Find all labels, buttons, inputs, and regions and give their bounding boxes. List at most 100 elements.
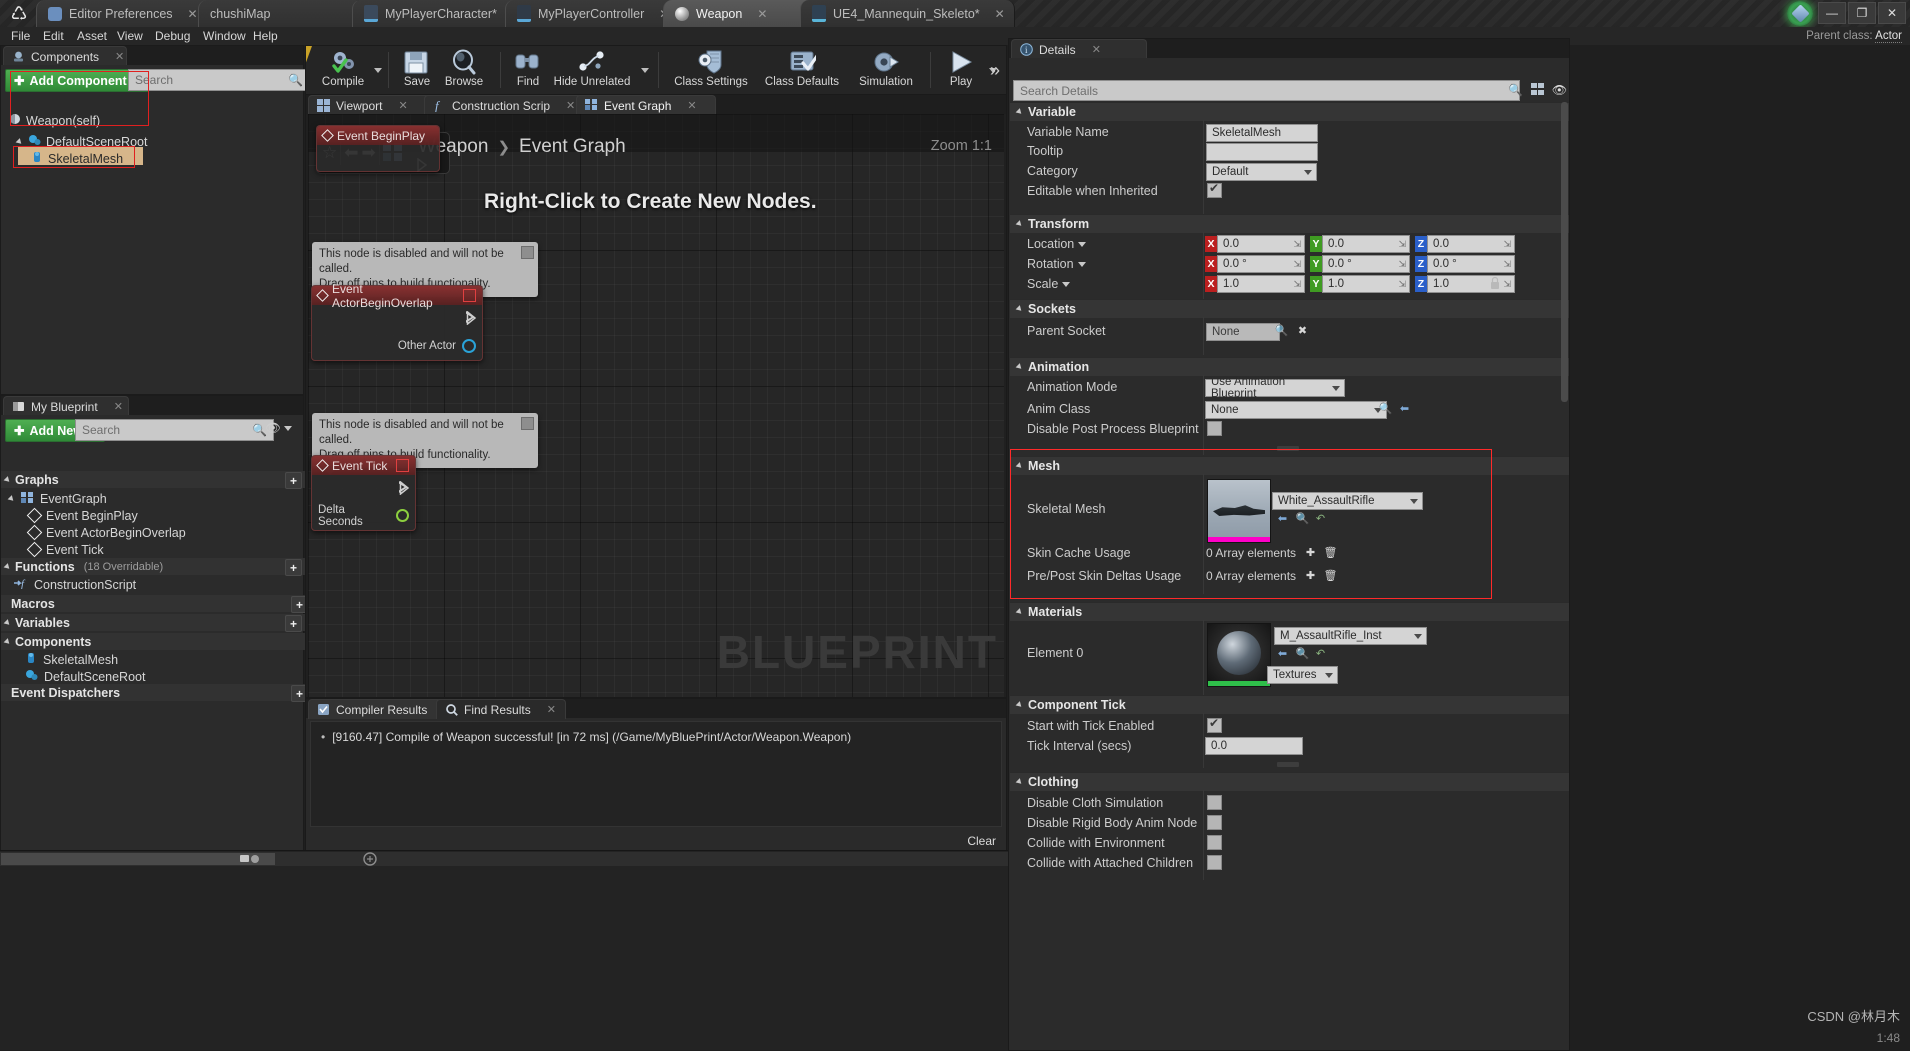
exec-pin-icon[interactable]	[399, 481, 409, 494]
eye-icon[interactable]: 👁	[265, 421, 281, 436]
field-rotation-x[interactable]: 0.0 °⇲	[1217, 255, 1305, 273]
chevron-expand-icon[interactable]	[1016, 462, 1024, 470]
close-icon[interactable]: ✕	[115, 50, 124, 63]
chevron-expand-icon[interactable]	[4, 619, 12, 627]
window-tab-chushimap[interactable]: chushiMap	[198, 0, 365, 27]
section-header-component-tick[interactable]: Component Tick	[1010, 695, 1569, 714]
chevron-expand-icon[interactable]	[1016, 778, 1024, 786]
graph-item-event-beginplay[interactable]: Event BeginPlay	[29, 507, 138, 524]
section-splitter-handle[interactable]	[1277, 446, 1299, 451]
component-item-defaultsceneroot[interactable]: DefaultSceneRoot	[25, 668, 145, 685]
skin-deltas-delete-icon[interactable]: 🗑	[1323, 568, 1338, 582]
reset-icon[interactable]: ⇲	[1398, 259, 1406, 270]
reset-icon[interactable]: ⇲	[1293, 259, 1301, 270]
menu-item-window[interactable]: Window	[196, 27, 253, 45]
menu-item-view[interactable]: View	[110, 27, 150, 45]
chevron-expand-icon[interactable]	[1016, 220, 1024, 228]
components-search-input[interactable]: Search 🔍	[128, 69, 310, 91]
node-pin-exec[interactable]	[318, 309, 476, 326]
taskbar-icon[interactable]	[355, 851, 385, 866]
checkbox-start-with-tick-enabled[interactable]	[1207, 718, 1222, 733]
section-header-transform[interactable]: Transform	[1010, 214, 1569, 233]
reset-icon[interactable]: ⇲	[1398, 239, 1406, 250]
component-row-weapon-self[interactable]: Weapon(self)	[9, 111, 100, 130]
chevron-down-icon[interactable]	[1062, 282, 1070, 287]
checkbox-editable-when-inherited[interactable]	[1207, 183, 1222, 198]
element-0-use-selected-icon[interactable]: ⬅	[1275, 646, 1290, 660]
section-variables[interactable]: Variables +	[1, 614, 307, 631]
checkbox-collide-with-environment[interactable]	[1207, 835, 1222, 850]
field-element-0-material[interactable]: M_AssaultRifle_Inst	[1274, 627, 1427, 645]
chevron-down-icon[interactable]	[374, 68, 382, 73]
field-parent-socket[interactable]: None	[1206, 323, 1280, 341]
exec-pin-icon[interactable]	[466, 311, 476, 324]
field-scale-y[interactable]: 1.0⇲	[1322, 275, 1410, 293]
reset-icon[interactable]: ⇲	[1293, 279, 1301, 290]
section-event-dispatchers[interactable]: Event Dispatchers +	[1, 684, 313, 701]
field-tooltip[interactable]	[1206, 143, 1318, 161]
field-category[interactable]: Default	[1206, 163, 1317, 181]
float-pin-icon[interactable]	[396, 509, 409, 522]
toolbar-browse-button[interactable]: Browse	[438, 48, 490, 92]
label-location[interactable]: Location	[1027, 237, 1086, 251]
live-coding-badge-icon[interactable]	[1787, 1, 1813, 26]
close-icon[interactable]: ✕	[995, 7, 1005, 21]
checkbox-disable-rigid-body-anim-node[interactable]	[1207, 815, 1222, 830]
compiler-results-log[interactable]: • [9160.47] Compile of Weapon successful…	[310, 721, 1002, 827]
toolbar-overflow-icon[interactable]: »	[990, 60, 1000, 81]
close-icon[interactable]: ✕	[687, 99, 696, 112]
field-location-z[interactable]: 0.0⇲	[1427, 235, 1515, 253]
chevron-expand-icon[interactable]	[16, 138, 24, 146]
field-scale-z[interactable]: 1.0⇲	[1427, 275, 1515, 293]
checkbox-disable-cloth-simulation[interactable]	[1207, 795, 1222, 810]
anim-class-use-selected-icon[interactable]: ⬅	[1397, 401, 1412, 415]
label-rotation[interactable]: Rotation	[1027, 257, 1086, 271]
field-anim-class[interactable]: None	[1205, 401, 1387, 419]
tooltip-pin-icon[interactable]	[521, 417, 534, 430]
section-graphs[interactable]: Graphs +	[1, 471, 307, 488]
menu-item-file[interactable]: File	[4, 27, 37, 45]
toolbar-find-button[interactable]: Find	[508, 48, 548, 92]
node-event-tick[interactable]: Event Tick Delta Seconds	[311, 455, 416, 531]
chevron-expand-icon[interactable]	[1016, 108, 1024, 116]
content-browser-strip[interactable]	[0, 852, 1008, 866]
field-rotation[interactable]: X 0.0 °⇲ Y 0.0 °⇲ Z 0.0 °⇲	[1205, 255, 1515, 273]
reset-icon[interactable]: ⇲	[1293, 239, 1301, 250]
node-pin-exec[interactable]	[318, 479, 409, 496]
details-search-input[interactable]: Search Details	[1013, 80, 1520, 101]
anim-class-browse-icon[interactable]: 🔍	[1378, 401, 1393, 415]
tab-details[interactable]: i Details ✕	[1011, 39, 1147, 59]
section-components[interactable]: Components	[1, 633, 307, 650]
field-scale[interactable]: X 1.0⇲ Y 1.0⇲ Z 1.0⇲	[1205, 275, 1515, 293]
toolbar-class-defaults-button[interactable]: Class Defaults	[758, 48, 846, 92]
close-icon[interactable]: ✕	[398, 99, 407, 112]
skeletal-mesh-browse-icon[interactable]: 🔍	[1295, 511, 1310, 525]
section-header-variable[interactable]: Variable	[1010, 102, 1569, 121]
add-graph-button[interactable]: +	[285, 472, 302, 489]
parent-socket-clear-icon[interactable]: ✖	[1295, 323, 1310, 337]
assault-rifle-thumbnail[interactable]	[1207, 479, 1271, 543]
scale-lock-icon[interactable]	[1490, 276, 1500, 290]
parent-socket-browse-icon[interactable]: 🔍	[1274, 323, 1289, 337]
node-event-actorbeginoverlap[interactable]: Event ActorBeginOverlap Other Actor	[311, 285, 483, 361]
tab-find-results[interactable]: Find Results ✕	[436, 699, 566, 719]
menu-item-help[interactable]: Help	[246, 27, 285, 45]
section-functions[interactable]: Functions (18 Overridable) +	[1, 558, 307, 575]
toolbar-class-settings-button[interactable]: Class Settings	[666, 48, 756, 92]
tab-viewport[interactable]: Viewport ✕	[308, 95, 438, 115]
field-skeletal-mesh-asset[interactable]: White_AssaultRifle	[1272, 492, 1423, 510]
chevron-expand-icon[interactable]	[4, 638, 12, 646]
material-sphere-thumbnail[interactable]	[1207, 623, 1271, 687]
toolbar-compile-button[interactable]: Compile	[316, 48, 370, 92]
node-pin-other-actor[interactable]: Other Actor	[318, 337, 476, 354]
field-tick-interval[interactable]: 0.0	[1205, 737, 1303, 755]
skin-cache-delete-icon[interactable]: 🗑	[1323, 545, 1338, 559]
add-variable-button[interactable]: +	[285, 615, 302, 632]
skin-deltas-add-icon[interactable]: ✚	[1303, 568, 1318, 582]
close-icon[interactable]: ✕	[566, 99, 575, 112]
reset-icon[interactable]: ⇲	[1503, 279, 1511, 290]
chevron-down-icon[interactable]	[1078, 262, 1086, 267]
eye-icon[interactable]: 👁	[1550, 80, 1569, 99]
close-icon[interactable]: ✕	[114, 400, 123, 413]
grid-view-icon[interactable]	[1528, 80, 1547, 99]
